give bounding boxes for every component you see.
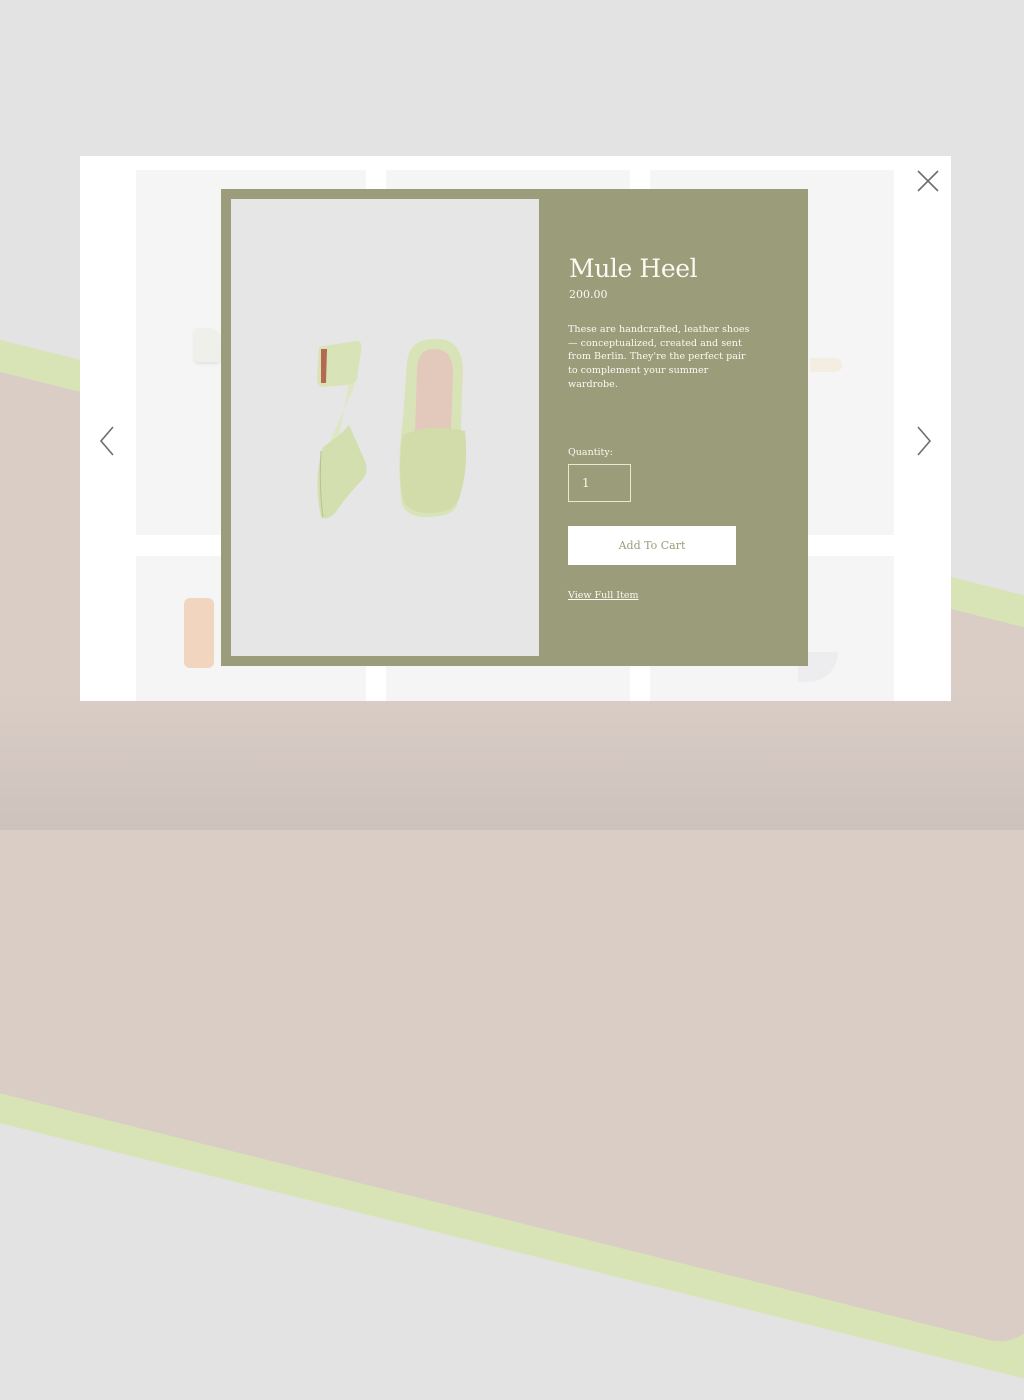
product-price: 200.00 bbox=[569, 288, 608, 301]
chevron-left-icon bbox=[99, 426, 114, 456]
shoe-pair-image bbox=[317, 338, 467, 519]
right-shoe bbox=[399, 338, 467, 517]
product-image bbox=[231, 199, 539, 656]
quantity-label: Quantity: bbox=[568, 447, 613, 458]
previous-button[interactable] bbox=[95, 421, 121, 461]
product-quick-view-modal: Mule Heel 200.00 These are handcrafted, … bbox=[221, 189, 808, 666]
close-icon bbox=[917, 170, 939, 192]
add-to-cart-button[interactable]: Add To Cart bbox=[568, 526, 736, 565]
product-thumbnail bbox=[194, 328, 220, 362]
product-thumbnail bbox=[810, 358, 842, 372]
product-thumbnail bbox=[184, 598, 214, 668]
left-shoe bbox=[317, 340, 367, 519]
view-full-item-link[interactable]: View Full Item bbox=[568, 590, 639, 601]
quantity-input[interactable] bbox=[568, 464, 631, 502]
product-title: Mule Heel bbox=[569, 254, 698, 283]
product-details: Mule Heel 200.00 These are handcrafted, … bbox=[568, 189, 788, 666]
product-description: These are handcrafted, leather shoes — c… bbox=[568, 324, 750, 390]
close-button[interactable] bbox=[913, 166, 943, 196]
chevron-right-icon bbox=[917, 426, 932, 456]
background-shadow bbox=[0, 690, 1024, 830]
next-button[interactable] bbox=[910, 421, 936, 461]
